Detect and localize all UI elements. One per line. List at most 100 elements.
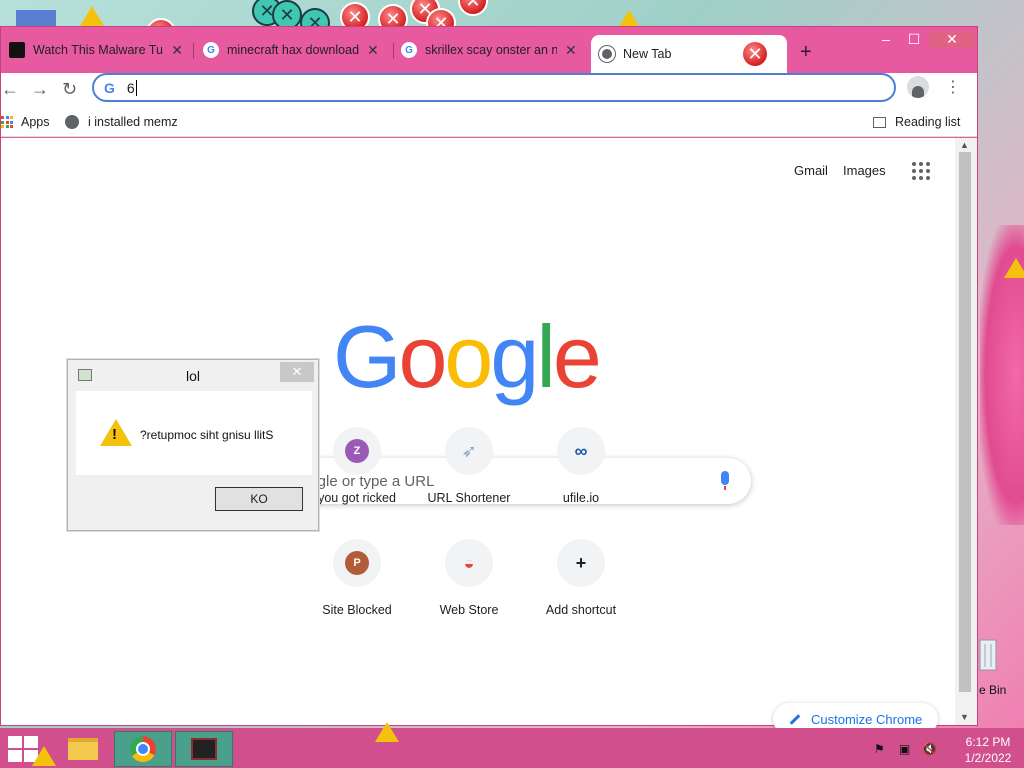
logo-letter: o [444,307,493,406]
shortcut-tile[interactable]: + Add shortcut [525,539,637,617]
scroll-down-icon[interactable]: ▼ [960,712,969,722]
apps-grid-icon [1,116,13,128]
recycle-bin-icon[interactable] [978,634,998,674]
google-logo: Google [333,306,602,408]
clock-time: 6:12 PM [965,735,1011,749]
reading-list-label: Reading list [895,115,961,129]
bookmarks-bar: Apps i installed memz Reading list [1,109,977,137]
logo-letter: g [490,307,539,406]
shortcut-glyph: Z [345,439,369,463]
flag-icon[interactable]: ⚑ [874,742,885,756]
apps-bookmark[interactable]: Apps [1,115,50,129]
shortcut-label: ufile.io [562,491,600,505]
clock-date: 1/2/2022 [964,751,1012,765]
tab-skrillex-search[interactable]: G skrillex scay onster an nice sprites ✕ [393,35,589,65]
logo-letter: G [333,307,401,406]
bookmark-memz[interactable]: i installed memz [65,115,178,129]
shortcut-glyph: ➶ [461,440,477,461]
back-button[interactable]: ← [1,79,19,100]
error-icon: ✕ [458,0,488,16]
reload-button[interactable]: ↻ [62,79,77,100]
shortcut-icon: Z [333,427,381,475]
address-bar-text[interactable]: 6 [127,80,135,96]
vertical-scrollbar[interactable]: ▲ ▼ [955,138,977,725]
file-explorer-button[interactable] [54,731,112,767]
shortcut-label: URL Shortener [427,491,511,505]
shortcut-tile[interactable]: P Site Blocked [301,539,413,617]
tab-title: Watch This Malware Turn a Computer Digit… [33,43,163,57]
tab-minecraft-search[interactable]: G minecraft hax download no virus ✕ [195,35,391,65]
dialog-body: ! ?retupmoc siht gnisu llitS [76,391,312,475]
dialog-close-button[interactable]: ✕ [280,362,314,382]
shortcut-label: Site Blocked [322,603,392,617]
tab-malware-video[interactable]: Watch This Malware Turn a Computer Digit… [1,35,191,65]
apps-label: Apps [21,115,50,129]
new-tab-button[interactable]: + [800,41,812,64]
logo-letter: o [398,307,447,406]
tab-close-icon[interactable]: ✕ [565,42,577,59]
shortcut-tile[interactable]: ∞ ufile.io [525,427,637,505]
warning-icon [32,746,56,766]
address-bar[interactable]: G 6 [92,73,896,102]
shortcut-icon: ➶ [445,427,493,475]
customize-chrome-label: Customize Chrome [811,711,923,727]
shortcut-icon: ∞ [557,427,605,475]
shortcut-icon: + [557,539,605,587]
bookmark-label: i installed memz [88,115,178,129]
logo-letter: e [552,307,602,406]
network-icon[interactable]: ▣ [899,742,910,756]
shortcut-label: Web Store [439,603,499,617]
tab-separator [193,43,194,59]
chrome-taskbar-button[interactable] [114,731,172,767]
reading-list-button[interactable]: Reading list [873,115,960,129]
shortcut-glyph: ∞ [574,440,588,461]
google-icon: G [104,79,115,96]
video-favicon-icon [9,42,25,58]
warning-icon [80,6,104,26]
google-apps-icon[interactable] [912,162,930,180]
shortcut-icon: P [333,539,381,587]
browser-toolbar: ← → ↻ G 6 ⋮ [1,73,977,109]
shortcut-glyph: + [575,552,587,573]
text-caret [135,79,137,96]
volume-muted-icon[interactable]: 🔇 [922,742,937,756]
tab-close-icon[interactable]: ✕ [367,42,379,59]
google-favicon-icon: G [203,42,219,58]
chrome-menu-button[interactable]: ⋮ [945,77,961,97]
tab-new-tab[interactable]: New Tab ✕ [591,35,787,73]
recycle-bin-label: e Bin [979,683,1007,697]
dialog-titlebar[interactable]: lol ✕ [68,360,318,390]
dialog-ok-button[interactable]: KO [215,487,303,511]
gmail-link[interactable]: Gmail [794,163,828,178]
warning-icon [1004,258,1024,278]
shortcut-glyph: P [345,551,369,575]
scroll-thumb[interactable] [959,152,971,692]
microphone-icon[interactable] [721,471,729,490]
forward-button[interactable]: → [31,79,49,100]
warning-icon [375,722,399,742]
pencil-icon [789,713,801,725]
images-link[interactable]: Images [843,163,886,178]
scroll-up-icon[interactable]: ▲ [960,140,969,150]
tab-close-icon[interactable]: ✕ [741,40,769,68]
profile-avatar-icon[interactable] [907,76,929,98]
shortcut-tile[interactable]: ➶ URL Shortener [413,427,525,505]
shortcut-glyph: ◒ [463,552,475,573]
folder-icon [68,738,98,760]
chrome-favicon-icon [599,46,615,62]
tab-close-icon[interactable]: ✕ [171,42,183,59]
globe-icon [65,115,79,129]
logo-letter: l [536,307,555,406]
google-favicon-icon: G [401,42,417,58]
shortcut-icon: ◒ [445,539,493,587]
terminal-taskbar-button[interactable] [175,731,233,767]
terminal-icon [191,738,217,760]
shortcut-label: Add shortcut [545,603,617,617]
shortcut-tile[interactable]: ◒ Web Store [413,539,525,617]
tab-title: New Tab [623,47,672,61]
taskbar [0,722,1024,768]
close-window-button[interactable]: ✕ [929,31,975,48]
tab-title: skrillex scay onster an nice sprites [425,43,557,57]
system-clock[interactable]: 6:12 PM 1/2/2022 [958,734,1018,766]
warning-mark: ! [112,426,117,443]
